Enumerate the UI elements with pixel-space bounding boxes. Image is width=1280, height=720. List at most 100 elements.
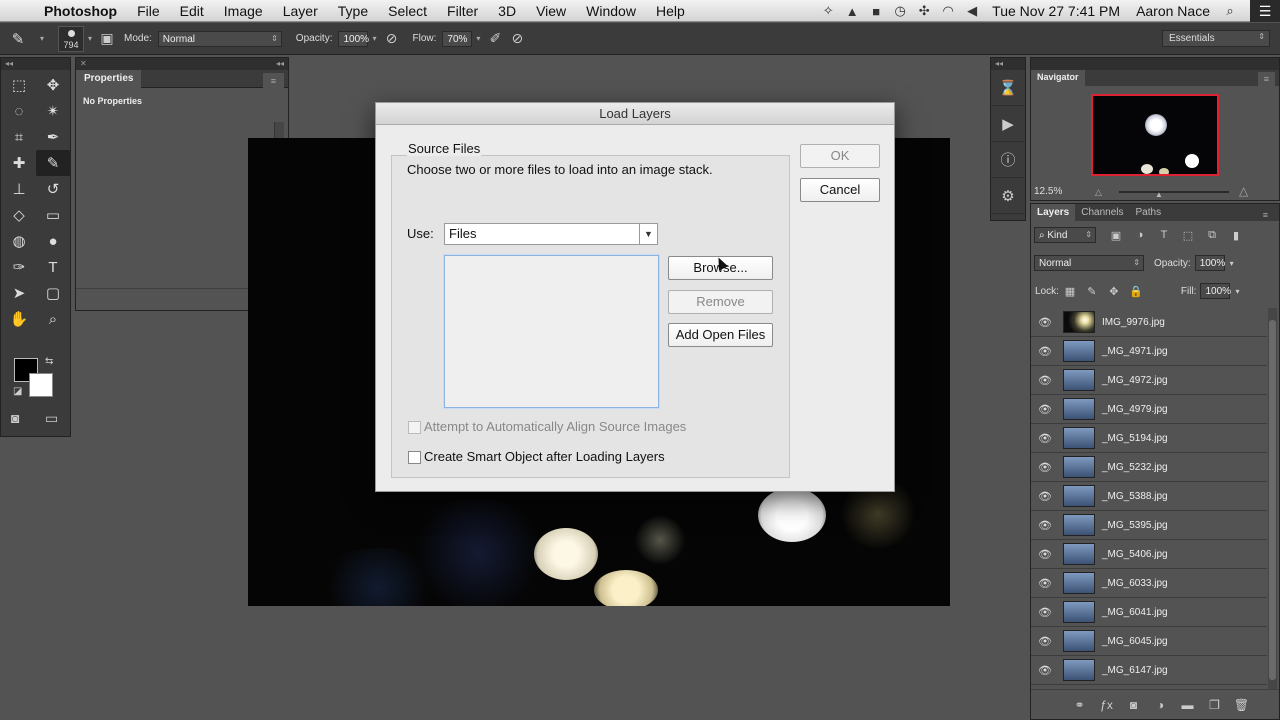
crop-tool-icon[interactable]: ⌗ xyxy=(2,124,36,150)
menu-filter[interactable]: Filter xyxy=(437,3,488,19)
trash-icon[interactable]: 🗑 xyxy=(1228,698,1255,712)
dodge-tool-icon[interactable]: ● xyxy=(36,228,70,254)
zoom-slider-handle[interactable]: ▲ xyxy=(1155,187,1163,203)
layer-row[interactable]: 👁 _MG_4972.jpg xyxy=(1031,366,1267,395)
layer-row[interactable]: 👁 _MG_4979.jpg xyxy=(1031,395,1267,424)
lock-transparency-icon[interactable]: ▦ xyxy=(1059,285,1081,298)
flow-input[interactable]: 70% xyxy=(442,30,473,47)
opacity-input[interactable]: 100% xyxy=(338,30,369,47)
mode-select[interactable]: Normal ⇕ xyxy=(157,30,282,47)
layers-scrollbar[interactable] xyxy=(1268,308,1277,691)
filter-kind-select[interactable]: ⌕ Kind ⇕ xyxy=(1034,227,1096,243)
menu-3d[interactable]: 3D xyxy=(488,3,526,19)
adjustment-filter-icon[interactable]: ◑ xyxy=(1128,229,1152,241)
notification-center-icon[interactable]: ☰ xyxy=(1250,0,1280,22)
tab-properties[interactable]: Properties xyxy=(76,70,142,88)
navigator-preview[interactable] xyxy=(1091,94,1219,176)
type-tool-icon[interactable]: T xyxy=(36,254,70,280)
lock-image-pixels-icon[interactable]: ✎ xyxy=(1081,285,1103,298)
shape-filter-icon[interactable]: ⬚ xyxy=(1176,229,1200,242)
cancel-button[interactable]: Cancel xyxy=(800,178,880,202)
menu-help[interactable]: Help xyxy=(646,3,695,19)
clock[interactable]: Tue Nov 27 7:41 PM xyxy=(984,3,1128,19)
gradient-tool-icon[interactable]: ▭ xyxy=(36,202,70,228)
visibility-eye-icon[interactable]: 👁 xyxy=(1031,403,1059,416)
app-menu[interactable]: Photoshop xyxy=(40,3,127,19)
dropbox-icon[interactable]: ✧ xyxy=(816,3,840,19)
tab-navigator[interactable]: Navigator xyxy=(1031,70,1085,86)
menu-layer[interactable]: Layer xyxy=(273,3,328,19)
hand-tool-icon[interactable]: ✋ xyxy=(2,306,36,332)
spotlight-search-icon[interactable]: ⌕ xyxy=(1218,3,1242,19)
add-open-files-button[interactable]: Add Open Files xyxy=(668,323,773,347)
rectangle-tool-icon[interactable]: ▢ xyxy=(36,280,70,306)
visibility-eye-icon[interactable]: 👁 xyxy=(1031,635,1059,648)
visibility-eye-icon[interactable]: 👁 xyxy=(1031,577,1059,590)
new-group-icon[interactable]: ▬ xyxy=(1174,698,1201,712)
healing-brush-icon[interactable]: ✚ xyxy=(2,150,36,176)
brush-panel-toggle-icon[interactable]: ▣ xyxy=(96,30,118,47)
time-machine-icon[interactable]: ◷ xyxy=(888,3,912,19)
visibility-eye-icon[interactable]: 👁 xyxy=(1031,316,1059,329)
background-color-swatch[interactable] xyxy=(29,373,53,397)
menu-image[interactable]: Image xyxy=(214,3,273,19)
magic-wand-icon[interactable]: ✴ xyxy=(36,98,70,124)
layer-row[interactable]: 👁 IMG_9976.jpg xyxy=(1031,308,1267,337)
tool-preset-dropdown-icon[interactable]: ▾ xyxy=(36,34,48,43)
fill-slider-icon[interactable]: ▾ xyxy=(1230,287,1244,296)
visibility-eye-icon[interactable]: 👁 xyxy=(1031,432,1059,445)
visibility-eye-icon[interactable]: 👁 xyxy=(1031,461,1059,474)
layer-style-icon[interactable]: ƒx xyxy=(1093,698,1120,712)
zoom-slider[interactable] xyxy=(1119,191,1229,193)
panel-collapse-icon[interactable]: ◂◂ xyxy=(991,58,1025,70)
panel-menu-icon[interactable]: ≡ xyxy=(1257,72,1275,88)
visibility-eye-icon[interactable]: 👁 xyxy=(1031,606,1059,619)
tab-layers[interactable]: Layers xyxy=(1031,204,1076,221)
new-adjustment-icon[interactable]: ◑ xyxy=(1147,698,1174,712)
tab-paths[interactable]: Paths xyxy=(1130,204,1168,221)
wifi-icon[interactable]: ◠ xyxy=(936,3,960,19)
eyedropper-icon[interactable]: ✒ xyxy=(36,124,70,150)
menu-view[interactable]: View xyxy=(526,3,576,19)
visibility-eye-icon[interactable]: 👁 xyxy=(1031,519,1059,532)
layer-row[interactable]: 👁 _MG_6033.jpg xyxy=(1031,569,1267,598)
panel-collapse-icon[interactable]: ◂◂ xyxy=(276,58,284,70)
visibility-eye-icon[interactable]: 👁 xyxy=(1031,374,1059,387)
blur-tool-icon[interactable]: ◍ xyxy=(2,228,36,254)
link-layers-icon[interactable]: ⚭ xyxy=(1066,698,1093,712)
use-select[interactable]: Files ▼ xyxy=(444,223,658,245)
menu-type[interactable]: Type xyxy=(328,3,378,19)
menu-window[interactable]: Window xyxy=(576,3,646,19)
type-filter-icon[interactable]: T xyxy=(1152,229,1176,241)
adjustments-panel-icon[interactable]: ⚙ xyxy=(991,178,1025,214)
menu-edit[interactable]: Edit xyxy=(170,3,214,19)
visibility-eye-icon[interactable]: 👁 xyxy=(1031,548,1059,561)
tab-channels[interactable]: Channels xyxy=(1075,204,1129,221)
zoom-tool-icon[interactable]: ⌕ xyxy=(36,306,70,332)
info-panel-icon[interactable]: ⓘ xyxy=(991,142,1025,178)
brush-tool-preset-icon[interactable]: ✎ xyxy=(0,26,36,52)
flow-slider-icon[interactable]: ▾ xyxy=(472,34,484,43)
pressure-size-icon[interactable]: ⊘ xyxy=(506,30,528,47)
lock-all-icon[interactable]: 🔒 xyxy=(1125,285,1147,298)
layer-row[interactable]: 👁 _MG_6041.jpg xyxy=(1031,598,1267,627)
layer-row[interactable]: 👁 _MG_5406.jpg xyxy=(1031,540,1267,569)
pressure-opacity-icon[interactable]: ⊘ xyxy=(380,30,402,47)
add-mask-icon[interactable]: ◙ xyxy=(1120,698,1147,712)
opacity-slider-icon[interactable]: ▾ xyxy=(368,34,380,43)
new-layer-icon[interactable]: ❐ xyxy=(1201,698,1228,712)
fill-input[interactable]: 100% xyxy=(1200,283,1231,299)
panel-collapse-icon[interactable]: ◂◂ xyxy=(1,58,70,70)
panel-menu-icon[interactable]: ≡ xyxy=(262,73,284,91)
airbrush-icon[interactable]: ✐ xyxy=(484,30,506,47)
app-status-icon[interactable]: ■ xyxy=(864,4,888,19)
layer-row[interactable]: 👁 _MG_5395.jpg xyxy=(1031,511,1267,540)
screen-mode-icon[interactable]: ▭ xyxy=(45,410,58,427)
smart-object-filter-icon[interactable]: ⧉ xyxy=(1200,229,1224,242)
swap-colors-icon[interactable]: ⇆ xyxy=(45,356,53,367)
file-list[interactable] xyxy=(444,255,659,408)
zoom-in-icon[interactable]: △ xyxy=(1239,183,1248,199)
scrollbar-thumb[interactable] xyxy=(1269,320,1276,680)
lasso-tool-icon[interactable]: ◌ xyxy=(2,98,36,124)
opacity-slider-icon[interactable]: ▾ xyxy=(1225,259,1239,268)
